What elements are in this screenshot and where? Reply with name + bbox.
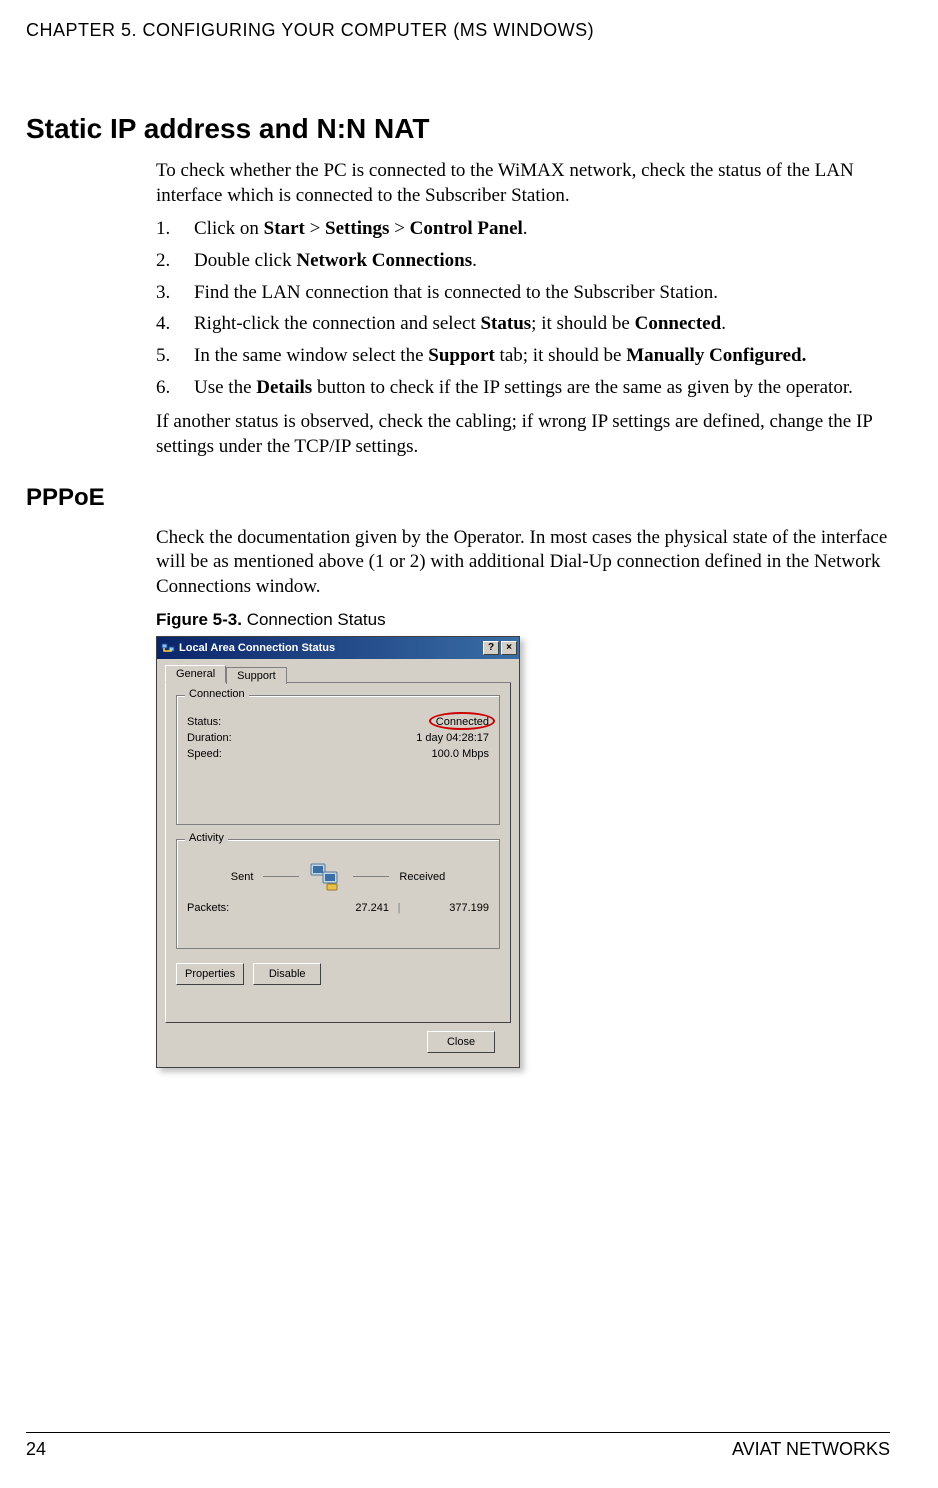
properties-button[interactable]: Properties (176, 963, 244, 985)
bold-connected: Connected (635, 313, 722, 334)
text: tab; it should be (495, 345, 626, 366)
speed-value: 100.0 Mbps (432, 748, 489, 760)
step-1: Click on Start > Settings > Control Pane… (156, 216, 890, 242)
intro-paragraph: To check whether the PC is connected to … (156, 159, 890, 208)
pppoe-paragraph: Check the documentation given by the Ope… (156, 526, 890, 600)
titlebar-title: Local Area Connection Status (179, 642, 481, 654)
step-6: Use the Details button to check if the I… (156, 375, 890, 401)
tab-panel-general: Connection Status: Connected Duration: 1… (165, 683, 511, 1023)
help-button[interactable]: ? (483, 641, 499, 655)
network-icon (161, 641, 175, 655)
status-value: Connected (436, 716, 489, 728)
packets-sent-value: 27.241 (309, 902, 389, 914)
bold-manually-configured: Manually Configured. (626, 345, 806, 366)
bold-network-connections: Network Connections (296, 250, 472, 271)
close-button[interactable]: × (501, 641, 517, 655)
group-activity-legend: Activity (185, 832, 228, 844)
packets-separator: | (389, 902, 409, 914)
group-connection: Connection Status: Connected Duration: 1… (176, 695, 500, 825)
divider-line (353, 876, 389, 877)
page-footer: 24 AVIAT NETWORKS (26, 1432, 890, 1460)
text: In the same window select the (194, 345, 428, 366)
text: . (523, 218, 528, 239)
chapter-header: CHAPTER 5. CONFIGURING YOUR COMPUTER (MS… (26, 20, 890, 41)
bold-status: Status (480, 313, 531, 334)
speed-label: Speed: (187, 748, 222, 760)
bold-control-panel: Control Panel (410, 218, 523, 239)
status-label: Status: (187, 716, 221, 728)
dialog-footer: Close (165, 1023, 511, 1057)
bold-support: Support (428, 345, 495, 366)
section-title-static-ip: Static IP address and N:N NAT (26, 113, 890, 145)
figure-title: Connection Status (242, 610, 386, 629)
connection-status-dialog: Local Area Connection Status ? × General… (156, 636, 520, 1068)
step-3: Find the LAN connection that is connecte… (156, 280, 890, 306)
tabs-row: General Support (165, 665, 511, 683)
text: button to check if the IP settings are t… (312, 377, 853, 398)
step-4: Right-click the connection and select St… (156, 311, 890, 337)
brand-name: AVIAT NETWORKS (732, 1439, 890, 1460)
duration-value: 1 day 04:28:17 (416, 732, 489, 744)
computers-icon (309, 862, 343, 892)
group-connection-legend: Connection (185, 688, 249, 700)
disable-button[interactable]: Disable (253, 963, 321, 985)
steps-list: Click on Start > Settings > Control Pane… (156, 216, 890, 400)
text: Use the (194, 377, 256, 398)
group-activity: Activity Sent (176, 839, 500, 949)
tab-general[interactable]: General (165, 665, 226, 683)
bold-settings: Settings (325, 218, 389, 239)
text: . (472, 250, 477, 271)
tab-support[interactable]: Support (226, 667, 287, 684)
bold-start: Start (264, 218, 305, 239)
text: . (721, 313, 726, 334)
titlebar[interactable]: Local Area Connection Status ? × (157, 637, 519, 659)
step-5: In the same window select the Support ta… (156, 343, 890, 369)
packets-received-value: 377.199 (409, 902, 489, 914)
text: > (389, 218, 409, 239)
section-title-pppoe: PPPoE (26, 484, 890, 512)
divider-line (263, 876, 299, 877)
text: Click on (194, 218, 264, 239)
text: Double click (194, 250, 296, 271)
text: Right-click the connection and select (194, 313, 480, 334)
text: ; it should be (531, 313, 634, 334)
text: > (305, 218, 325, 239)
bold-details: Details (256, 377, 312, 398)
duration-label: Duration: (187, 732, 232, 744)
closing-paragraph: If another status is observed, check the… (156, 410, 890, 459)
sent-label: Sent (231, 871, 254, 883)
panel-button-row: Properties Disable (176, 963, 500, 985)
packets-label: Packets: (187, 902, 309, 914)
received-label: Received (399, 871, 445, 883)
close-dialog-button[interactable]: Close (427, 1031, 495, 1053)
step-2: Double click Network Connections. (156, 248, 890, 274)
page-number: 24 (26, 1439, 46, 1460)
figure-caption: Figure 5-3. Connection Status (156, 610, 890, 630)
figure-label: Figure 5-3. (156, 610, 242, 629)
